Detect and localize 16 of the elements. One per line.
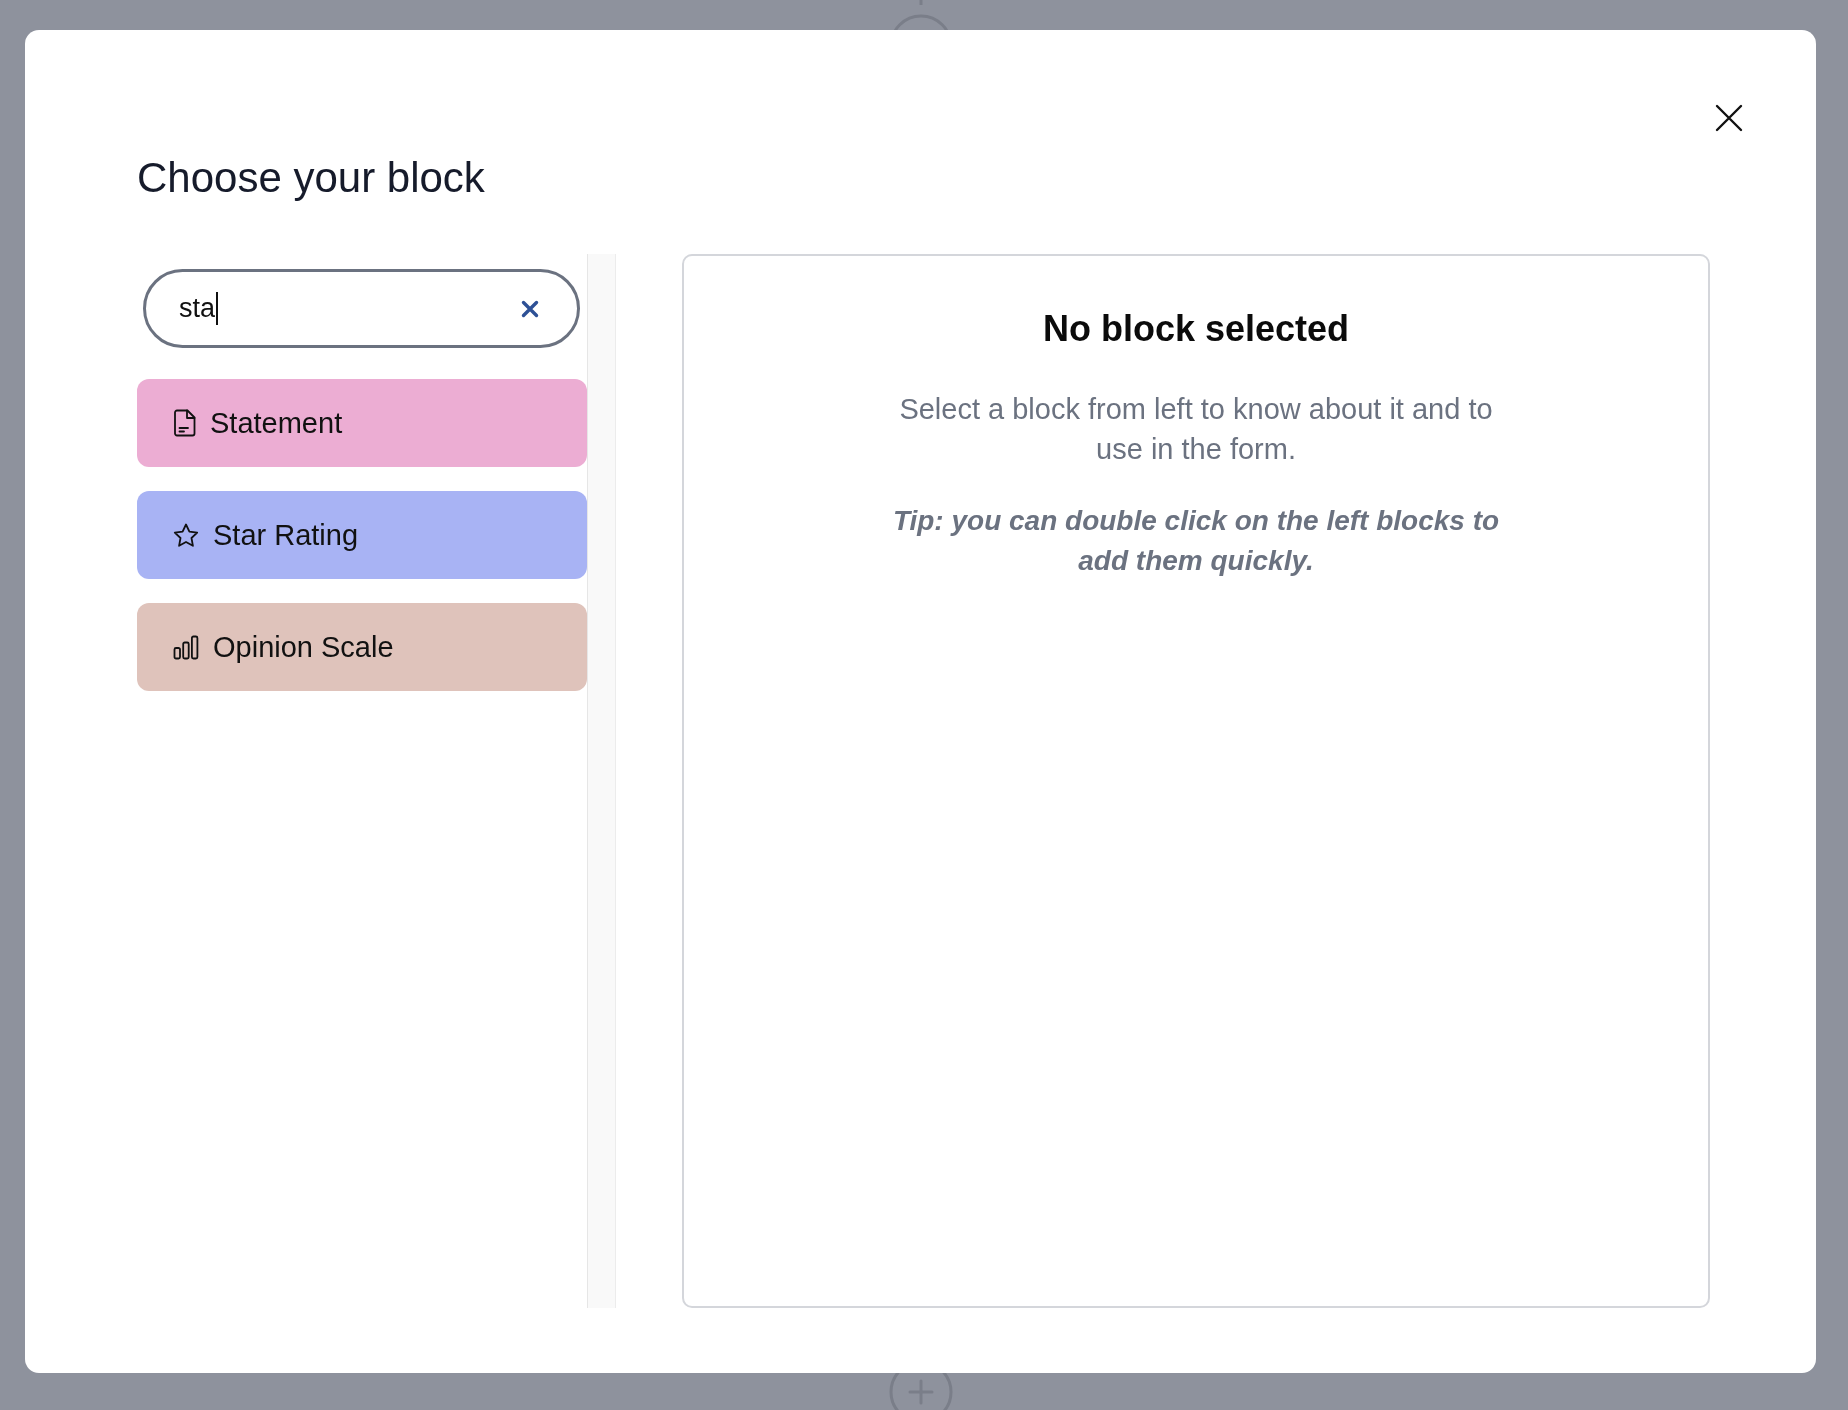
- empty-state-text: Select a block from left to know about it and to use in the form.: [898, 392, 1494, 467]
- circle-icon: [893, 0, 948, 30]
- block-item[interactable]: Star Rating: [137, 491, 587, 579]
- document-icon: [173, 409, 196, 437]
- close-button[interactable]: [1715, 104, 1743, 132]
- clear-icon[interactable]: [521, 299, 539, 318]
- tip-text: Tip: you can double click on the left blocks to add them quickly.: [891, 504, 1501, 578]
- star-icon: [173, 522, 199, 548]
- bar-chart-icon: [173, 634, 199, 660]
- close-icon: [1715, 104, 1743, 132]
- dialog-title: Choose your block: [137, 153, 485, 203]
- search-field[interactable]: sta: [143, 269, 580, 348]
- block-item[interactable]: Opinion Scale: [137, 603, 587, 691]
- block-item[interactable]: Statement: [137, 379, 587, 467]
- empty-state-title: No block selected: [1042, 308, 1350, 350]
- text-cursor-icon: [216, 292, 219, 325]
